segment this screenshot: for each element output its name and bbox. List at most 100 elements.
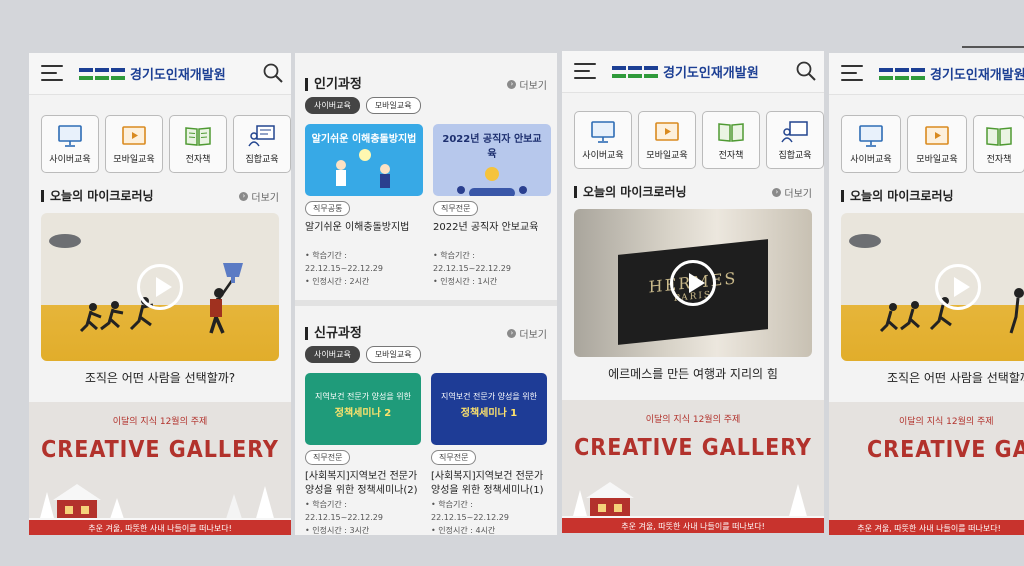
logo-mark-icon	[612, 65, 658, 78]
quick-menu: 사이버교육 모바일교육 전자책	[829, 95, 1024, 173]
course-period: • 학습기간 : 22.12.15~22.12.29	[305, 251, 383, 273]
micro-more-link[interactable]: › 더보기	[772, 185, 812, 200]
thumbnail-line2: 정책세미나 2	[334, 408, 392, 419]
quick-mobile-button[interactable]: 모바일교육	[907, 115, 967, 173]
play-icon[interactable]	[137, 264, 183, 310]
course-hours: • 인정시간 : 4시간	[431, 526, 496, 535]
course-card[interactable]: 지역보건 전문가 양성을 위한 정책세미나 2 직무전문 [사회복지]지역보건 …	[305, 373, 421, 535]
play-icon[interactable]	[670, 260, 716, 306]
gallery-subtitle: 이달의 지식 12월의 주제	[645, 415, 741, 425]
gallery-footer: 추운 겨울, 따뜻한 사내 나들이를 떠나보다!	[29, 520, 291, 535]
classroom-icon	[781, 121, 808, 143]
course-hours: • 인정시간 : 2시간	[305, 277, 370, 286]
logo[interactable]: 경기도인재개발원	[612, 62, 759, 81]
new-courses-title: 신규과정	[305, 326, 362, 340]
quick-mobile-label: 모바일교육	[916, 155, 958, 165]
course-thumbnail[interactable]: 2022년 공직자 안보교육	[433, 124, 551, 196]
book-icon	[718, 123, 744, 142]
chip-cyber[interactable]: 사이버교육	[305, 346, 360, 363]
popular-header: 인기과정 › 더보기	[305, 53, 547, 93]
app-bar: 경기도인재개발원	[562, 51, 824, 93]
course-title: 알기쉬운 이해충돌방지법	[305, 222, 410, 233]
micro-video-thumbnail[interactable]	[41, 213, 279, 361]
course-card[interactable]: 지역보건 전문가 양성을 위한 정책세미나 1 직무전문 [사회복지]지역보건 …	[431, 373, 547, 535]
quick-mobile-button[interactable]: 모바일교육	[105, 115, 163, 173]
more-label: 더보기	[519, 80, 547, 92]
quick-classroom-label: 집합교육	[778, 151, 812, 161]
gallery-subtitle: 이달의 지식 12월의 주제	[112, 417, 208, 427]
course-thumbnail[interactable]: 알기쉬운 이해충돌방지법	[305, 124, 423, 196]
quick-ebook-button[interactable]: 전자책	[973, 115, 1024, 173]
thumbnail-line1: 지역보건 전문가 양성을 위한	[315, 392, 411, 401]
micro-section-header: 오늘의 마이크로러닝 › 더보기	[29, 185, 291, 207]
micro-more-link[interactable]: › 더보기	[239, 189, 279, 204]
course-tag: 직무전문	[305, 450, 351, 465]
chevron-right-icon: ›	[507, 79, 517, 89]
quick-cyber-button[interactable]: 사이버교육	[841, 115, 901, 173]
quick-cyber-button[interactable]: 사이버교육	[574, 111, 632, 169]
more-label: 더보기	[784, 188, 812, 200]
quick-classroom-button[interactable]: 집합교육	[766, 111, 824, 169]
mobile-play-icon	[655, 122, 679, 141]
micro-video-caption: 조직은 어떤 사람을 선택할까?	[887, 371, 1024, 385]
menu-icon[interactable]	[841, 65, 863, 83]
chevron-right-icon: ›	[507, 328, 517, 338]
monitor-icon	[591, 121, 615, 143]
logo-text: 경기도인재개발원	[663, 66, 759, 81]
micro-section-title: 오늘의 마이크로러닝	[841, 190, 954, 202]
course-list-screen: 인기과정 › 더보기 사이버교육 모바일교육 알기쉬운 이해충돌방지법 직무공통 …	[295, 53, 557, 535]
micro-video-caption: 에르메스를 만든 여행과 지리의 힘	[608, 367, 778, 381]
course-thumbnail[interactable]: 지역보건 전문가 양성을 위한 정책세미나 2	[305, 373, 421, 445]
quick-menu: 사이버교육 모바일교육 전자책 집합교육	[29, 95, 291, 173]
gallery-footer: 추운 겨울, 따뜻한 사내 나들이를 떠나보다!	[562, 518, 824, 533]
play-icon[interactable]	[934, 264, 981, 310]
creative-gallery-banner[interactable]: 이달의 지식 12월의 주제 CREATIVE GALLERY 추운 겨울, 따…	[29, 402, 291, 535]
quick-ebook-label: 전자책	[986, 155, 1012, 165]
creative-gallery-banner[interactable]: 이달의 지식 12월의 주제 CREATIVE GALLERY 추운 겨울, 따…	[829, 402, 1024, 535]
popular-more-link[interactable]: › 더보기	[507, 77, 547, 92]
quick-cyber-label: 사이버교육	[850, 155, 892, 165]
gallery-title: CREATIVE GALLERY	[867, 437, 1024, 463]
quick-classroom-button[interactable]: 집합교육	[233, 115, 291, 173]
quick-mobile-label: 모바일교육	[113, 155, 155, 165]
menu-icon[interactable]	[574, 63, 596, 81]
search-icon[interactable]	[263, 63, 283, 83]
new-courses-more-link[interactable]: › 더보기	[507, 326, 547, 341]
micro-video-thumbnail[interactable]	[841, 213, 1024, 361]
quick-menu: 사이버교육 모바일교육 전자책 집합교육	[562, 93, 824, 169]
chip-mobile[interactable]: 모바일교육	[365, 97, 421, 114]
quick-classroom-label: 집합교육	[245, 155, 279, 165]
course-card[interactable]: 알기쉬운 이해충돌방지법 직무공통 알기쉬운 이해충돌방지법 • 학습기간 : …	[305, 124, 423, 288]
course-period: • 학습기간 : 22.12.15~22.12.29	[433, 251, 511, 273]
micro-section-header: 오늘의 마이크로러닝	[829, 185, 1024, 207]
course-thumbnail[interactable]: 지역보건 전문가 양성을 위한 정책세미나 1	[431, 373, 547, 445]
course-card[interactable]: 2022년 공직자 안보교육 직무전문 2022년 공직자 안보교육 • 학습기…	[433, 124, 551, 288]
micro-video-thumbnail[interactable]: HERMES PARIS	[574, 209, 812, 357]
home-screen-3: 경기도인재개발원 사이버교육 모바일교육 전자책 오늘의 마이크로러닝 조직은 …	[829, 53, 1024, 535]
logo[interactable]: 경기도인재개발원	[879, 64, 1024, 83]
logo[interactable]: 경기도인재개발원	[79, 64, 226, 83]
quick-ebook-button[interactable]: 전자책	[702, 111, 760, 169]
thumbnail-line1: 지역보건 전문가 양성을 위한	[441, 392, 537, 401]
mobile-play-icon	[925, 126, 949, 145]
book-icon	[986, 127, 1012, 146]
monitor-icon	[58, 125, 82, 147]
creative-gallery-banner[interactable]: 이달의 지식 12월의 주제 CREATIVE GALLERY 추운 겨울, 따…	[562, 400, 824, 533]
logo-text: 경기도인재개발원	[130, 68, 226, 83]
quick-cyber-button[interactable]: 사이버교육	[41, 115, 99, 173]
search-icon[interactable]	[796, 61, 816, 81]
gallery-title: CREATIVE GALLERY	[574, 435, 812, 461]
quick-ebook-button[interactable]: 전자책	[169, 115, 227, 173]
quick-ebook-label: 전자책	[718, 151, 744, 161]
thumbnail-line2: 정책세미나 1	[460, 408, 518, 419]
menu-icon[interactable]	[41, 65, 63, 83]
chip-cyber[interactable]: 사이버교육	[305, 97, 360, 114]
mobile-play-icon	[122, 126, 146, 145]
book-icon	[185, 127, 211, 146]
course-period: • 학습기간 : 22.12.15~22.12.29	[305, 500, 383, 522]
quick-mobile-button[interactable]: 모바일교육	[638, 111, 696, 169]
logo-mark-icon	[879, 67, 925, 80]
thumbnail-text: 2022년 공직자 안보교육	[442, 134, 542, 160]
chip-mobile[interactable]: 모바일교육	[365, 346, 421, 363]
thumbnail-text: 알기쉬운 이해충돌방지법	[311, 134, 417, 145]
